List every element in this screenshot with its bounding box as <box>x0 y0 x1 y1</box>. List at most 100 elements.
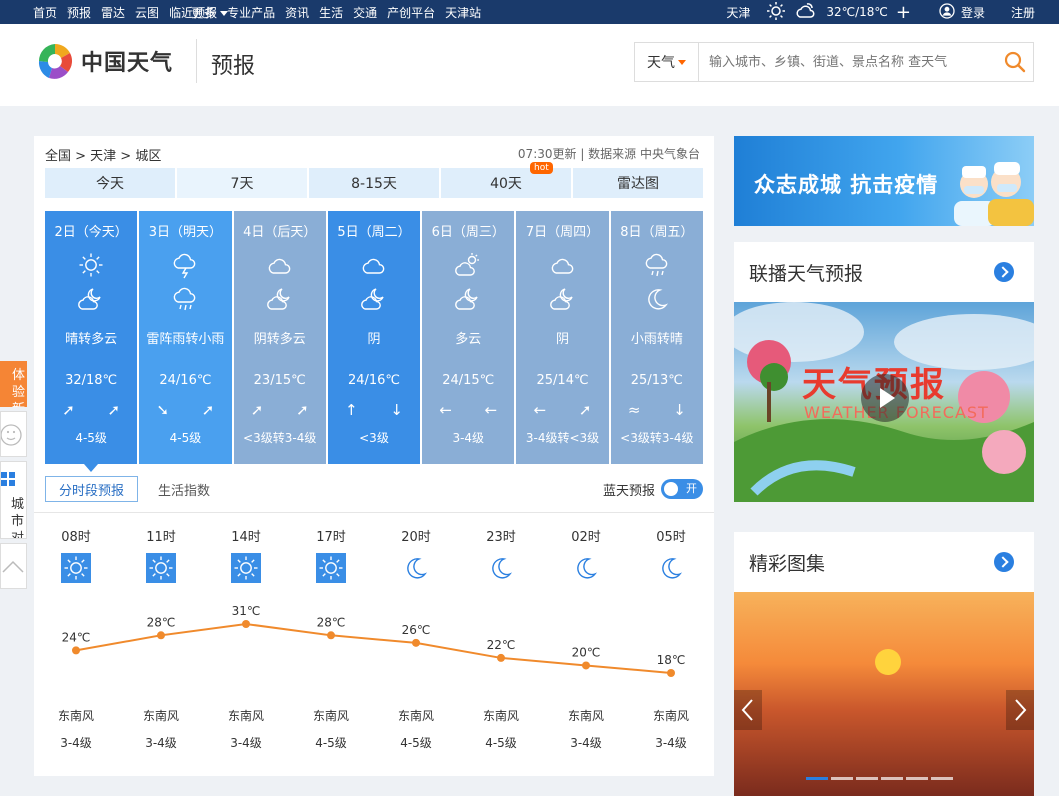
partly-cloudy-night-icon <box>549 288 573 310</box>
temp-label: 24℃ <box>62 630 91 644</box>
gallery-photo[interactable] <box>734 592 1034 796</box>
tab-hourly[interactable]: 分时段预报 <box>45 476 138 502</box>
wind-direction: 东南风 <box>313 708 349 723</box>
wind-direction-icon: ← ← <box>439 401 512 419</box>
day-wind: 4-5级 <box>75 431 107 445</box>
temp-label: 26℃ <box>402 623 431 637</box>
tab-3[interactable]: 40天 hot <box>441 162 571 198</box>
site-header: 中国天气 预报 天气 <box>0 24 1059 106</box>
site-logo[interactable]: 中国天气 <box>35 41 173 81</box>
more-menu[interactable]: 更多 <box>191 4 229 21</box>
next-arrow[interactable] <box>1006 690 1034 730</box>
carousel-dot[interactable] <box>831 777 853 780</box>
video-card: 联播天气预报 天气预报 WEATHER FORECAST <box>734 242 1034 502</box>
register-link[interactable]: 注册 <box>1011 4 1035 21</box>
tab-life-index[interactable]: 生活指数 <box>149 476 219 502</box>
day-column[interactable]: 7日（周四） 阴 25/14℃ ← ➚ 3-4级转<3级 <box>516 211 609 464</box>
back-to-top-icon[interactable] <box>0 543 27 589</box>
hot-badge: hot <box>530 162 553 174</box>
day-column[interactable]: 8日（周五） 小雨转晴 25/13℃ ≈ ↓ <3级转3-4级 <box>610 211 703 464</box>
daily-forecast: 2日（今天） 晴转多云 32/18℃ ➚ ➚ 4-5级 3日（明天） 雷阵雨转小雨 24/16… <box>45 211 703 472</box>
nav-item[interactable]: 生活 <box>319 4 343 21</box>
day-column[interactable]: 5日（周二） 阴 24/16℃ ↑ ↓ <3级 <box>327 211 421 464</box>
carousel-dot[interactable] <box>806 777 828 780</box>
wind-level: 3-4级 <box>145 736 177 750</box>
moon-icon <box>407 558 428 579</box>
carousel-dot[interactable] <box>881 777 903 780</box>
nav-item[interactable]: 云图 <box>135 4 159 21</box>
search-icon[interactable] <box>997 43 1033 81</box>
chevron-right-icon[interactable] <box>994 262 1014 282</box>
tab-4[interactable]: 雷达图 <box>573 168 703 198</box>
day-column[interactable]: 2日（今天） 晴转多云 32/18℃ ➚ ➚ 4-5级 <box>45 211 138 472</box>
top-nav-links: 首页 预报 雷达 云图 临近预报 专业产品 资讯 生活 交通 产创平台 天津站 <box>0 4 491 21</box>
nav-item[interactable]: 专业产品 <box>227 4 275 21</box>
carousel-dot[interactable] <box>906 777 928 780</box>
tab-1[interactable]: 7天 <box>177 168 307 198</box>
nav-item[interactable]: 交通 <box>353 4 377 21</box>
carousel-dot[interactable] <box>856 777 878 780</box>
nav-item[interactable]: 预报 <box>67 4 91 21</box>
nav-item[interactable]: 天津站 <box>445 4 481 21</box>
wind-level: 4-5级 <box>485 736 517 750</box>
moon-icon <box>492 558 513 579</box>
grid-icon <box>1 472 15 486</box>
search-type-select[interactable]: 天气 <box>635 43 699 81</box>
breadcrumb-path[interactable]: 全国 > 天津 > 城区 <box>45 145 161 164</box>
hour-time: 17时 <box>316 530 346 545</box>
partly-cloudy-day-icon <box>455 253 480 276</box>
sun-icon <box>231 553 261 583</box>
hour-time: 02时 <box>571 530 601 545</box>
blue-sky-toggle[interactable]: 开 <box>661 479 703 499</box>
play-icon[interactable] <box>861 374 909 422</box>
try-new-version[interactable]: 体验新版 <box>0 361 27 407</box>
day-weather: 多云 <box>455 332 482 347</box>
nav-item[interactable]: 资讯 <box>285 4 309 21</box>
day-column[interactable]: 6日（周三） 多云 24/15℃ ← ← 3-4级 <box>422 211 515 464</box>
anti-epidemic-banner[interactable]: 众志成城 抗击疫情 <box>734 136 1034 226</box>
search-input[interactable] <box>699 43 997 81</box>
blue-sky-forecast: 蓝天预报 开 <box>603 476 703 502</box>
wind-level: 4-5级 <box>400 736 432 750</box>
wind-direction-icon: ➚ ➚ <box>250 401 323 419</box>
current-city[interactable]: 天津 <box>726 4 750 21</box>
day-temp: 32/18℃ <box>65 373 118 388</box>
day-column[interactable]: 4日（后天） 阴转多云 23/15℃ ➚ ➚ <3级转3-4级 <box>233 211 326 464</box>
day-weather: 雷阵雨转小雨 <box>146 332 225 347</box>
day-date: 7日（周四） <box>525 225 600 240</box>
tab-label: 今天 <box>96 176 124 192</box>
chevron-right-icon[interactable] <box>994 552 1014 572</box>
moon-icon <box>662 558 683 579</box>
wind-direction-icon: ➚ ➚ <box>62 401 135 419</box>
temp-point <box>242 620 250 628</box>
day-weather: 阴 <box>367 332 381 347</box>
tab-label: 7天 <box>230 176 254 192</box>
tab-2[interactable]: 8-15天 <box>309 168 439 198</box>
day-weather: 晴转多云 <box>65 332 118 347</box>
forecast-video[interactable]: 天气预报 WEATHER FORECAST <box>734 302 1034 502</box>
selected-pointer <box>84 464 99 472</box>
day-wind: <3级 <box>359 431 389 445</box>
logo-icon <box>37 43 73 79</box>
carousel-dot[interactable] <box>931 777 953 780</box>
nav-item[interactable]: 产创平台 <box>387 4 435 21</box>
partly-cloudy-night-icon <box>361 288 384 310</box>
partly-cloudy-night-icon <box>266 288 290 310</box>
tab-0[interactable]: 今天 <box>45 168 175 198</box>
cloud-icon <box>551 258 573 274</box>
day-temp: 25/14℃ <box>536 373 589 388</box>
user-icon[interactable] <box>939 2 955 22</box>
city-compare[interactable]: 城市对比 <box>0 461 27 539</box>
nav-item[interactable]: 雷达 <box>101 4 125 21</box>
search-box: 天气 <box>634 42 1034 82</box>
add-city-icon[interactable]: + <box>896 2 911 23</box>
prev-arrow[interactable] <box>734 690 762 730</box>
sun-icon <box>61 553 91 583</box>
wind-direction: 东南风 <box>483 708 519 723</box>
day-date: 2日（今天） <box>54 225 128 240</box>
chevron-down-icon <box>678 59 686 65</box>
login-link[interactable]: 登录 <box>961 4 985 21</box>
day-column[interactable]: 3日（明天） 雷阵雨转小雨 24/16℃ ➘ ➚ 4-5级 <box>139 211 232 464</box>
feedback-smile-icon[interactable] <box>0 411 27 457</box>
nav-item[interactable]: 首页 <box>33 4 57 21</box>
